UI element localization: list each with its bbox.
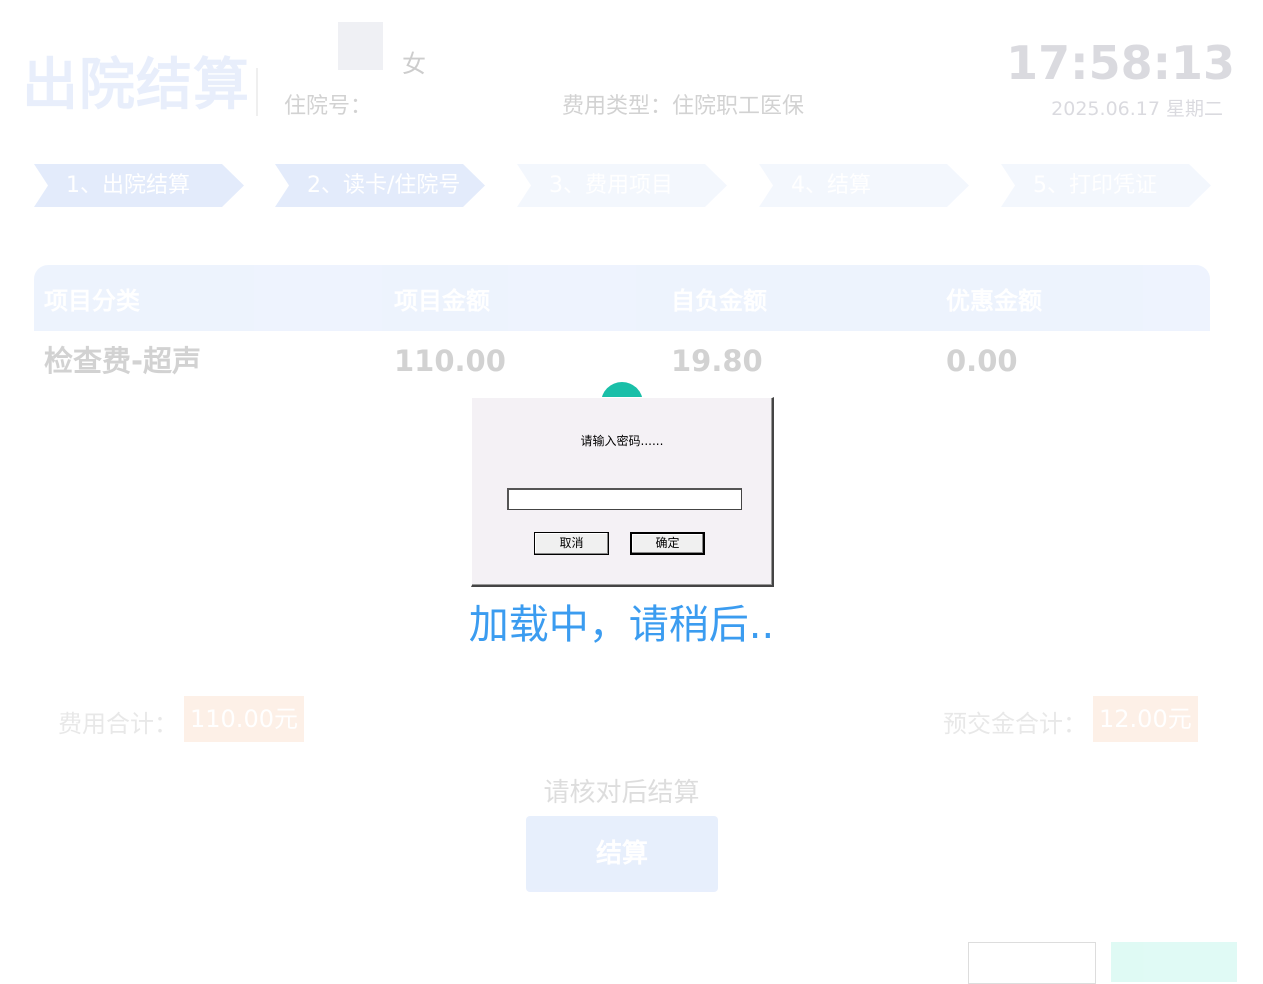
step-1: 1、出院结算 [34, 164, 244, 207]
bottom-button-left[interactable] [968, 942, 1096, 984]
cell-discount: 0.00 [946, 344, 1018, 378]
total-value: 110.00元 [184, 696, 304, 742]
fee-type: 费用类型：住院职工医保 [562, 94, 805, 119]
avatar [338, 22, 383, 70]
header-divider [256, 68, 258, 116]
step-5: 5、打印凭证 [1001, 164, 1211, 207]
password-input[interactable] [507, 488, 742, 510]
table-header: 项目分类 项目金额 自负金额 优惠金额 [34, 265, 1210, 331]
confirm-button[interactable]: 确定 [630, 532, 705, 555]
bottom-button-right[interactable] [1111, 942, 1237, 982]
step-3: 3、费用项目 [517, 164, 727, 207]
clock-time: 17:58:13 [1006, 36, 1235, 90]
password-prompt: 请输入密码...... [580, 434, 664, 448]
column-header-discount: 优惠金额 [946, 287, 1042, 315]
prepaid-label: 预交金合计： [943, 710, 1087, 738]
column-header-category: 项目分类 [44, 287, 140, 315]
cell-category: 检查费-超声 [44, 344, 202, 378]
fee-table: 项目分类 项目金额 自负金额 优惠金额 检查费-超声 110.00 19.80 … [34, 265, 1210, 391]
inpatient-number: 住院号： [284, 94, 373, 119]
step-4: 4、结算 [759, 164, 969, 207]
patient-gender: 女 [402, 50, 426, 78]
clock-date: 2025.06.17 星期二 [1051, 98, 1223, 120]
page-title: 出院结算 [22, 53, 250, 118]
settle-button[interactable]: 结算 [526, 816, 718, 892]
cell-self-pay: 19.80 [671, 344, 763, 378]
loading-text: 加载中，请稍后.. [468, 602, 775, 648]
total-label: 费用合计： [58, 710, 178, 738]
cell-amount: 110.00 [394, 344, 506, 378]
column-header-self-pay: 自负金额 [671, 287, 767, 315]
cancel-button[interactable]: 取消 [534, 532, 609, 555]
password-dialog: 请输入密码...... 取消 确定 [471, 397, 774, 587]
prepaid-value: 12.00元 [1093, 696, 1198, 742]
column-header-amount: 项目金额 [394, 287, 490, 315]
verify-hint: 请核对后结算 [543, 778, 700, 808]
step-2: 2、读卡/住院号 [275, 164, 485, 207]
